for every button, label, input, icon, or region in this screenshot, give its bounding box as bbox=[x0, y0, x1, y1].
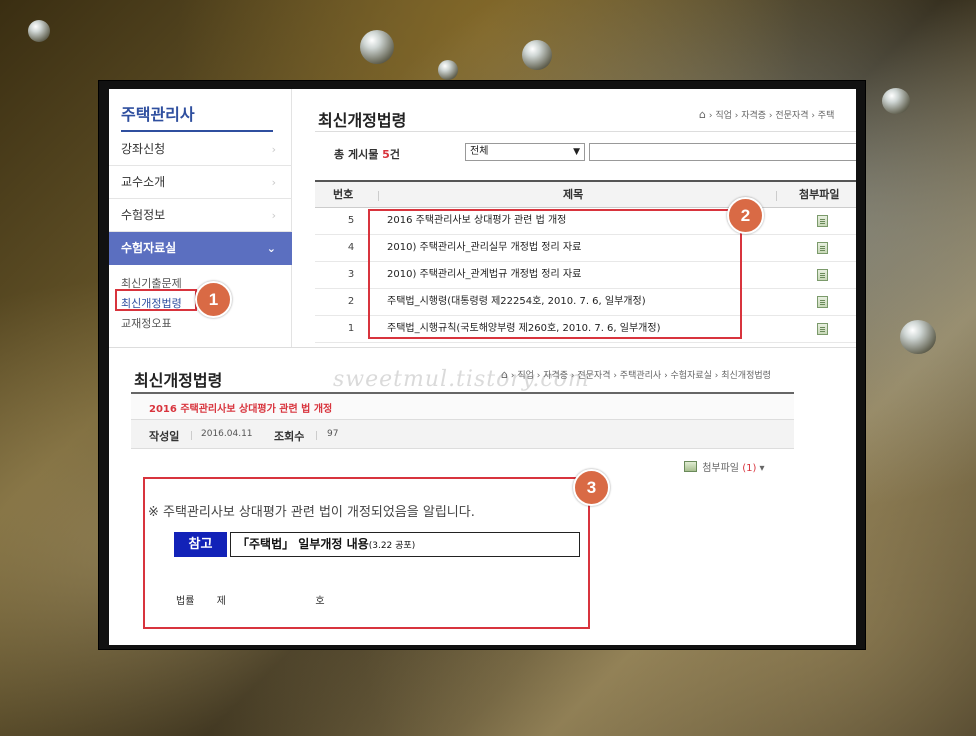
screenshot-content: 주택관리사 강좌신청 › 교수소개 › 수험정보 › 수험자료실 ⌄ 최신기출문… bbox=[109, 89, 856, 645]
row-number: 4 bbox=[347, 242, 355, 253]
post-count: 총 게시물 5건 bbox=[334, 146, 400, 162]
col-separator bbox=[776, 191, 777, 201]
table-header: 번호 제목 첨부파일 bbox=[315, 180, 856, 208]
water-drop bbox=[522, 40, 552, 70]
col-header-attach: 첨부파일 bbox=[799, 188, 840, 201]
breadcrumb: ⌂ › 직업 › 자격증 › 전문자격 › 주택 bbox=[699, 108, 834, 121]
sidebar-item-label: 교수소개 bbox=[121, 175, 166, 189]
post-title: 2016 주택관리사보 상대평가 관련 법 개정 bbox=[149, 404, 333, 415]
sidebar-item-label: 강좌신청 bbox=[121, 142, 166, 156]
sidebar-item-label: 수험정보 bbox=[121, 208, 166, 222]
sidebar-item-exam-info[interactable]: 수험정보 › bbox=[109, 199, 292, 232]
divider bbox=[315, 131, 856, 132]
views-label: 조회수 bbox=[274, 430, 305, 443]
search-input[interactable] bbox=[589, 143, 856, 161]
water-drop bbox=[882, 88, 910, 114]
panel-divider bbox=[109, 347, 856, 348]
breadcrumb-path: › 직업 › 자격증 › 전문자격 › 주택관리사 › 수험자료실 › 최신개정… bbox=[510, 371, 771, 381]
water-drop bbox=[438, 60, 458, 80]
detail-page-title: 최신개정법령 bbox=[134, 371, 223, 390]
post-title-bar: 2016 주택관리사보 상대평가 관련 법 개정 bbox=[131, 392, 794, 420]
post-meta: 작성일 2016.04.11 조회수 97 bbox=[131, 420, 794, 449]
chevron-right-icon: › bbox=[271, 209, 276, 222]
list-page-title: 최신개정법령 bbox=[318, 111, 407, 130]
callout-box-3 bbox=[143, 477, 590, 629]
attachment-file-icon[interactable] bbox=[817, 269, 828, 281]
chevron-right-icon: › bbox=[271, 176, 276, 189]
chevron-down-icon: ⌄ bbox=[266, 242, 276, 255]
home-icon[interactable]: ⌂ bbox=[501, 368, 508, 381]
attachment-icon bbox=[684, 461, 697, 472]
views-value: 97 bbox=[327, 429, 339, 439]
chevron-right-icon: › bbox=[271, 143, 276, 156]
count-number: 5 bbox=[382, 148, 390, 161]
callout-box-2 bbox=[368, 209, 742, 339]
attachment-file-icon[interactable] bbox=[817, 323, 828, 335]
water-drop bbox=[360, 30, 394, 64]
filter-selected-value: 전체 bbox=[470, 146, 489, 157]
caret-down-icon: ▾ bbox=[759, 463, 765, 474]
attachment-file-icon[interactable] bbox=[817, 296, 828, 308]
attachment-count: (1) bbox=[742, 463, 757, 474]
callout-badge-2: 2 bbox=[727, 197, 764, 234]
count-unit: 건 bbox=[389, 148, 400, 161]
subitem-errata[interactable]: 교재정오표 bbox=[121, 315, 172, 331]
home-icon[interactable]: ⌂ bbox=[699, 108, 706, 121]
row-number: 3 bbox=[347, 269, 355, 280]
sidebar-item-course[interactable]: 강좌신청 › bbox=[109, 133, 292, 166]
row-number: 5 bbox=[347, 215, 355, 226]
attachment-file-icon[interactable] bbox=[817, 215, 828, 227]
row-number: 2 bbox=[347, 296, 355, 307]
callout-badge-1: 1 bbox=[195, 281, 232, 318]
attachment-dropdown[interactable]: 첨부파일 (1) ▾ bbox=[684, 459, 765, 474]
meta-separator bbox=[316, 431, 317, 440]
sidebar-title: 주택관리사 bbox=[121, 101, 273, 132]
breadcrumb-detail: ⌂ › 직업 › 자격증 › 전문자격 › 주택관리사 › 수험자료실 › 최신… bbox=[501, 368, 771, 381]
screenshot-frame: 주택관리사 강좌신청 › 교수소개 › 수험정보 › 수험자료실 ⌄ 최신기출문… bbox=[98, 80, 866, 650]
breadcrumb-path: › 직업 › 자격증 › 전문자격 › 주택 bbox=[708, 111, 835, 121]
attachment-file-icon[interactable] bbox=[817, 242, 828, 254]
count-label: 총 게시물 bbox=[334, 148, 379, 161]
callout-box-1 bbox=[115, 289, 197, 311]
date-label: 작성일 bbox=[149, 430, 180, 443]
meta-separator bbox=[191, 431, 192, 440]
sidebar-item-professors[interactable]: 교수소개 › bbox=[109, 166, 292, 199]
callout-badge-3: 3 bbox=[573, 469, 610, 506]
caret-down-icon: ▼ bbox=[573, 147, 580, 157]
row-number: 1 bbox=[347, 323, 355, 334]
date-value: 2016.04.11 bbox=[201, 429, 253, 439]
filter-select[interactable]: 전체 ▼ bbox=[465, 143, 585, 161]
col-header-title: 제목 bbox=[563, 188, 584, 201]
col-separator bbox=[378, 191, 379, 201]
attachment-label: 첨부파일 bbox=[702, 463, 739, 474]
col-header-no: 번호 bbox=[333, 188, 354, 201]
water-drop bbox=[900, 320, 936, 354]
water-drop bbox=[28, 20, 50, 42]
sidebar-item-label: 수험자료실 bbox=[121, 241, 177, 255]
sidebar-item-exam-materials[interactable]: 수험자료실 ⌄ bbox=[109, 232, 292, 265]
